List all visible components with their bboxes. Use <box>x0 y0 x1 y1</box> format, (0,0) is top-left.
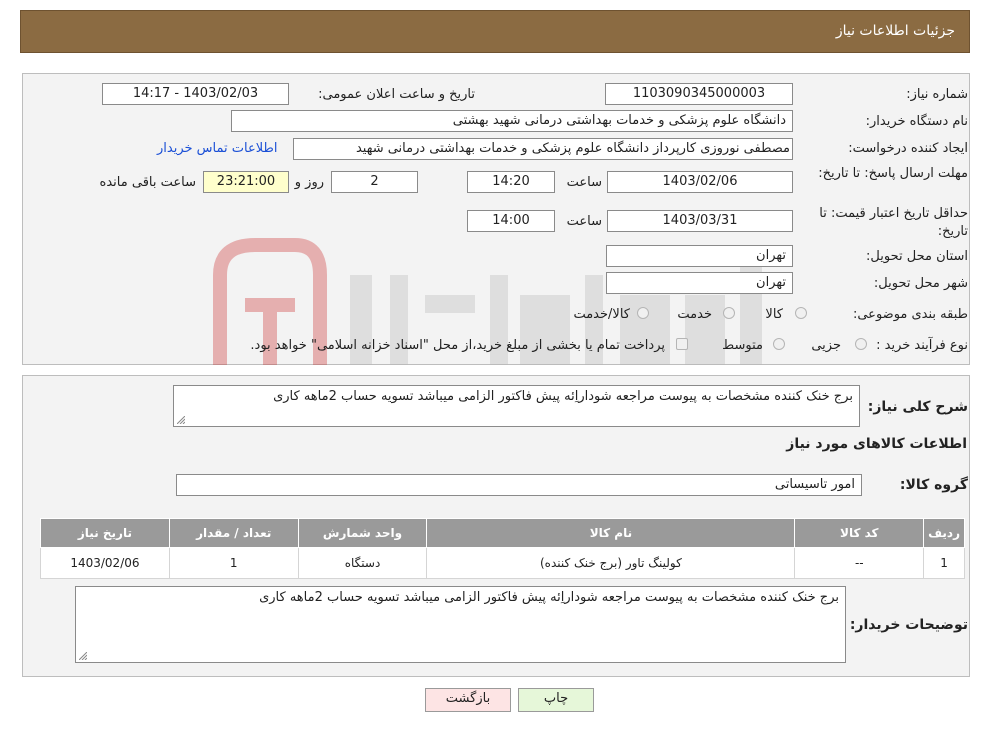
announce-field: 1403/02/03 - 14:17 <box>102 83 289 105</box>
process-treasury-checkbox[interactable] <box>676 338 688 350</box>
process-minor-label: جزیی <box>811 338 841 353</box>
description-text: برج خنک کننده مشخصات به پیوست مراجعه شود… <box>273 389 853 404</box>
col-row: ردیف <box>923 518 965 548</box>
group-label: گروه کالا: <box>899 477 968 493</box>
table-header-row: ردیف کد کالا نام کالا واحد شمارش تعداد /… <box>40 518 965 548</box>
validity-time-label: ساعت <box>566 214 602 229</box>
back-button[interactable]: بازگشت <box>425 688 511 712</box>
validity-label: حداقل تاریخ اعتبار قیمت: تا تاریخ: <box>819 206 968 239</box>
resize-grip-icon[interactable] <box>177 416 185 424</box>
description-textarea: برج خنک کننده مشخصات به پیوست مراجعه شود… <box>173 385 860 427</box>
buyer-org-field: دانشگاه علوم پزشکی و خدمات بهداشتی درمان… <box>231 110 793 132</box>
process-treasury-note: پرداخت تمام یا بخشی از مبلغ خرید،از محل … <box>250 338 665 353</box>
process-minor-radio[interactable] <box>855 338 867 350</box>
days-label: روز و <box>294 175 324 190</box>
category-goods-radio[interactable] <box>795 307 807 319</box>
cell-date: 1403/02/06 <box>40 547 170 579</box>
city-field: تهران <box>606 272 793 294</box>
col-date: تاریخ نیاز <box>40 518 170 548</box>
validity-date-field: 1403/03/31 <box>607 210 793 232</box>
category-both-radio[interactable] <box>637 307 649 319</box>
buyer-notes-textarea: برج خنک کننده مشخصات به پیوست مراجعه شود… <box>75 586 846 663</box>
need-number-label: شماره نیاز: <box>906 87 968 102</box>
category-service-radio[interactable] <box>723 307 735 319</box>
province-field: تهران <box>606 245 793 267</box>
cell-name: کولینگ تاور (برج خنک کننده) <box>426 547 796 579</box>
deadline-time-label: ساعت <box>566 175 602 190</box>
remaining-time-label: ساعت باقی مانده <box>99 175 196 190</box>
validity-time-field: 14:00 <box>467 210 555 232</box>
group-field: امور تاسیساتی <box>176 474 862 496</box>
deadline-label: مهلت ارسال پاسخ: تا تاریخ: <box>818 166 968 181</box>
table-row: 1 -- کولینگ تاور (برج خنک کننده) دستگاه … <box>40 547 965 579</box>
city-label: شهر محل تحویل: <box>873 276 968 291</box>
need-number-field: 1103090345000003 <box>605 83 793 105</box>
buyer-contact-link[interactable]: اطلاعات تماس خریدار <box>157 141 277 156</box>
category-label: طبقه بندی موضوعی: <box>852 307 968 322</box>
buyer-notes-text: برج خنک کننده مشخصات به پیوست مراجعه شود… <box>259 590 839 605</box>
cell-code: -- <box>794 547 925 579</box>
category-both-label: کالا/خدمت <box>573 307 630 322</box>
page-title: جزئیات اطلاعات نیاز <box>835 23 955 39</box>
cell-qty: 1 <box>168 547 299 579</box>
days-field: 2 <box>331 171 418 193</box>
process-medium-radio[interactable] <box>773 338 785 350</box>
items-table: ردیف کد کالا نام کالا واحد شمارش تعداد /… <box>40 518 965 579</box>
remaining-time-field: 23:21:00 <box>203 171 289 193</box>
process-label: نوع فرآیند خرید : <box>876 338 968 353</box>
buyer-notes-label: توضیحات خریدار: <box>849 617 968 633</box>
resize-grip-icon[interactable] <box>79 652 87 660</box>
announce-label: تاریخ و ساعت اعلان عمومی: <box>318 87 475 102</box>
deadline-time-field: 14:20 <box>467 171 555 193</box>
page-header: جزئیات اطلاعات نیاز <box>20 10 970 53</box>
col-name: نام کالا <box>426 518 796 548</box>
print-button[interactable]: چاپ <box>518 688 594 712</box>
items-section-title: اطلاعات کالاهای مورد نیاز <box>786 436 967 452</box>
description-label: شرح کلی نیاز: <box>867 399 968 415</box>
process-medium-label: متوسط <box>722 338 763 353</box>
col-code: کد کالا <box>794 518 925 548</box>
cell-row: 1 <box>923 547 965 579</box>
col-qty: تعداد / مقدار <box>168 518 299 548</box>
deadline-date-field: 1403/02/06 <box>607 171 793 193</box>
col-unit: واحد شمارش <box>297 518 428 548</box>
province-label: استان محل تحویل: <box>866 249 968 264</box>
category-goods-label: کالا <box>765 307 783 322</box>
creator-field: مصطفی نوروزی کارپرداز دانشگاه علوم پزشکی… <box>293 138 793 160</box>
cell-unit: دستگاه <box>297 547 428 579</box>
creator-label: ایجاد کننده درخواست: <box>848 141 968 156</box>
buyer-org-label: نام دستگاه خریدار: <box>865 114 968 129</box>
category-service-label: خدمت <box>677 307 712 322</box>
